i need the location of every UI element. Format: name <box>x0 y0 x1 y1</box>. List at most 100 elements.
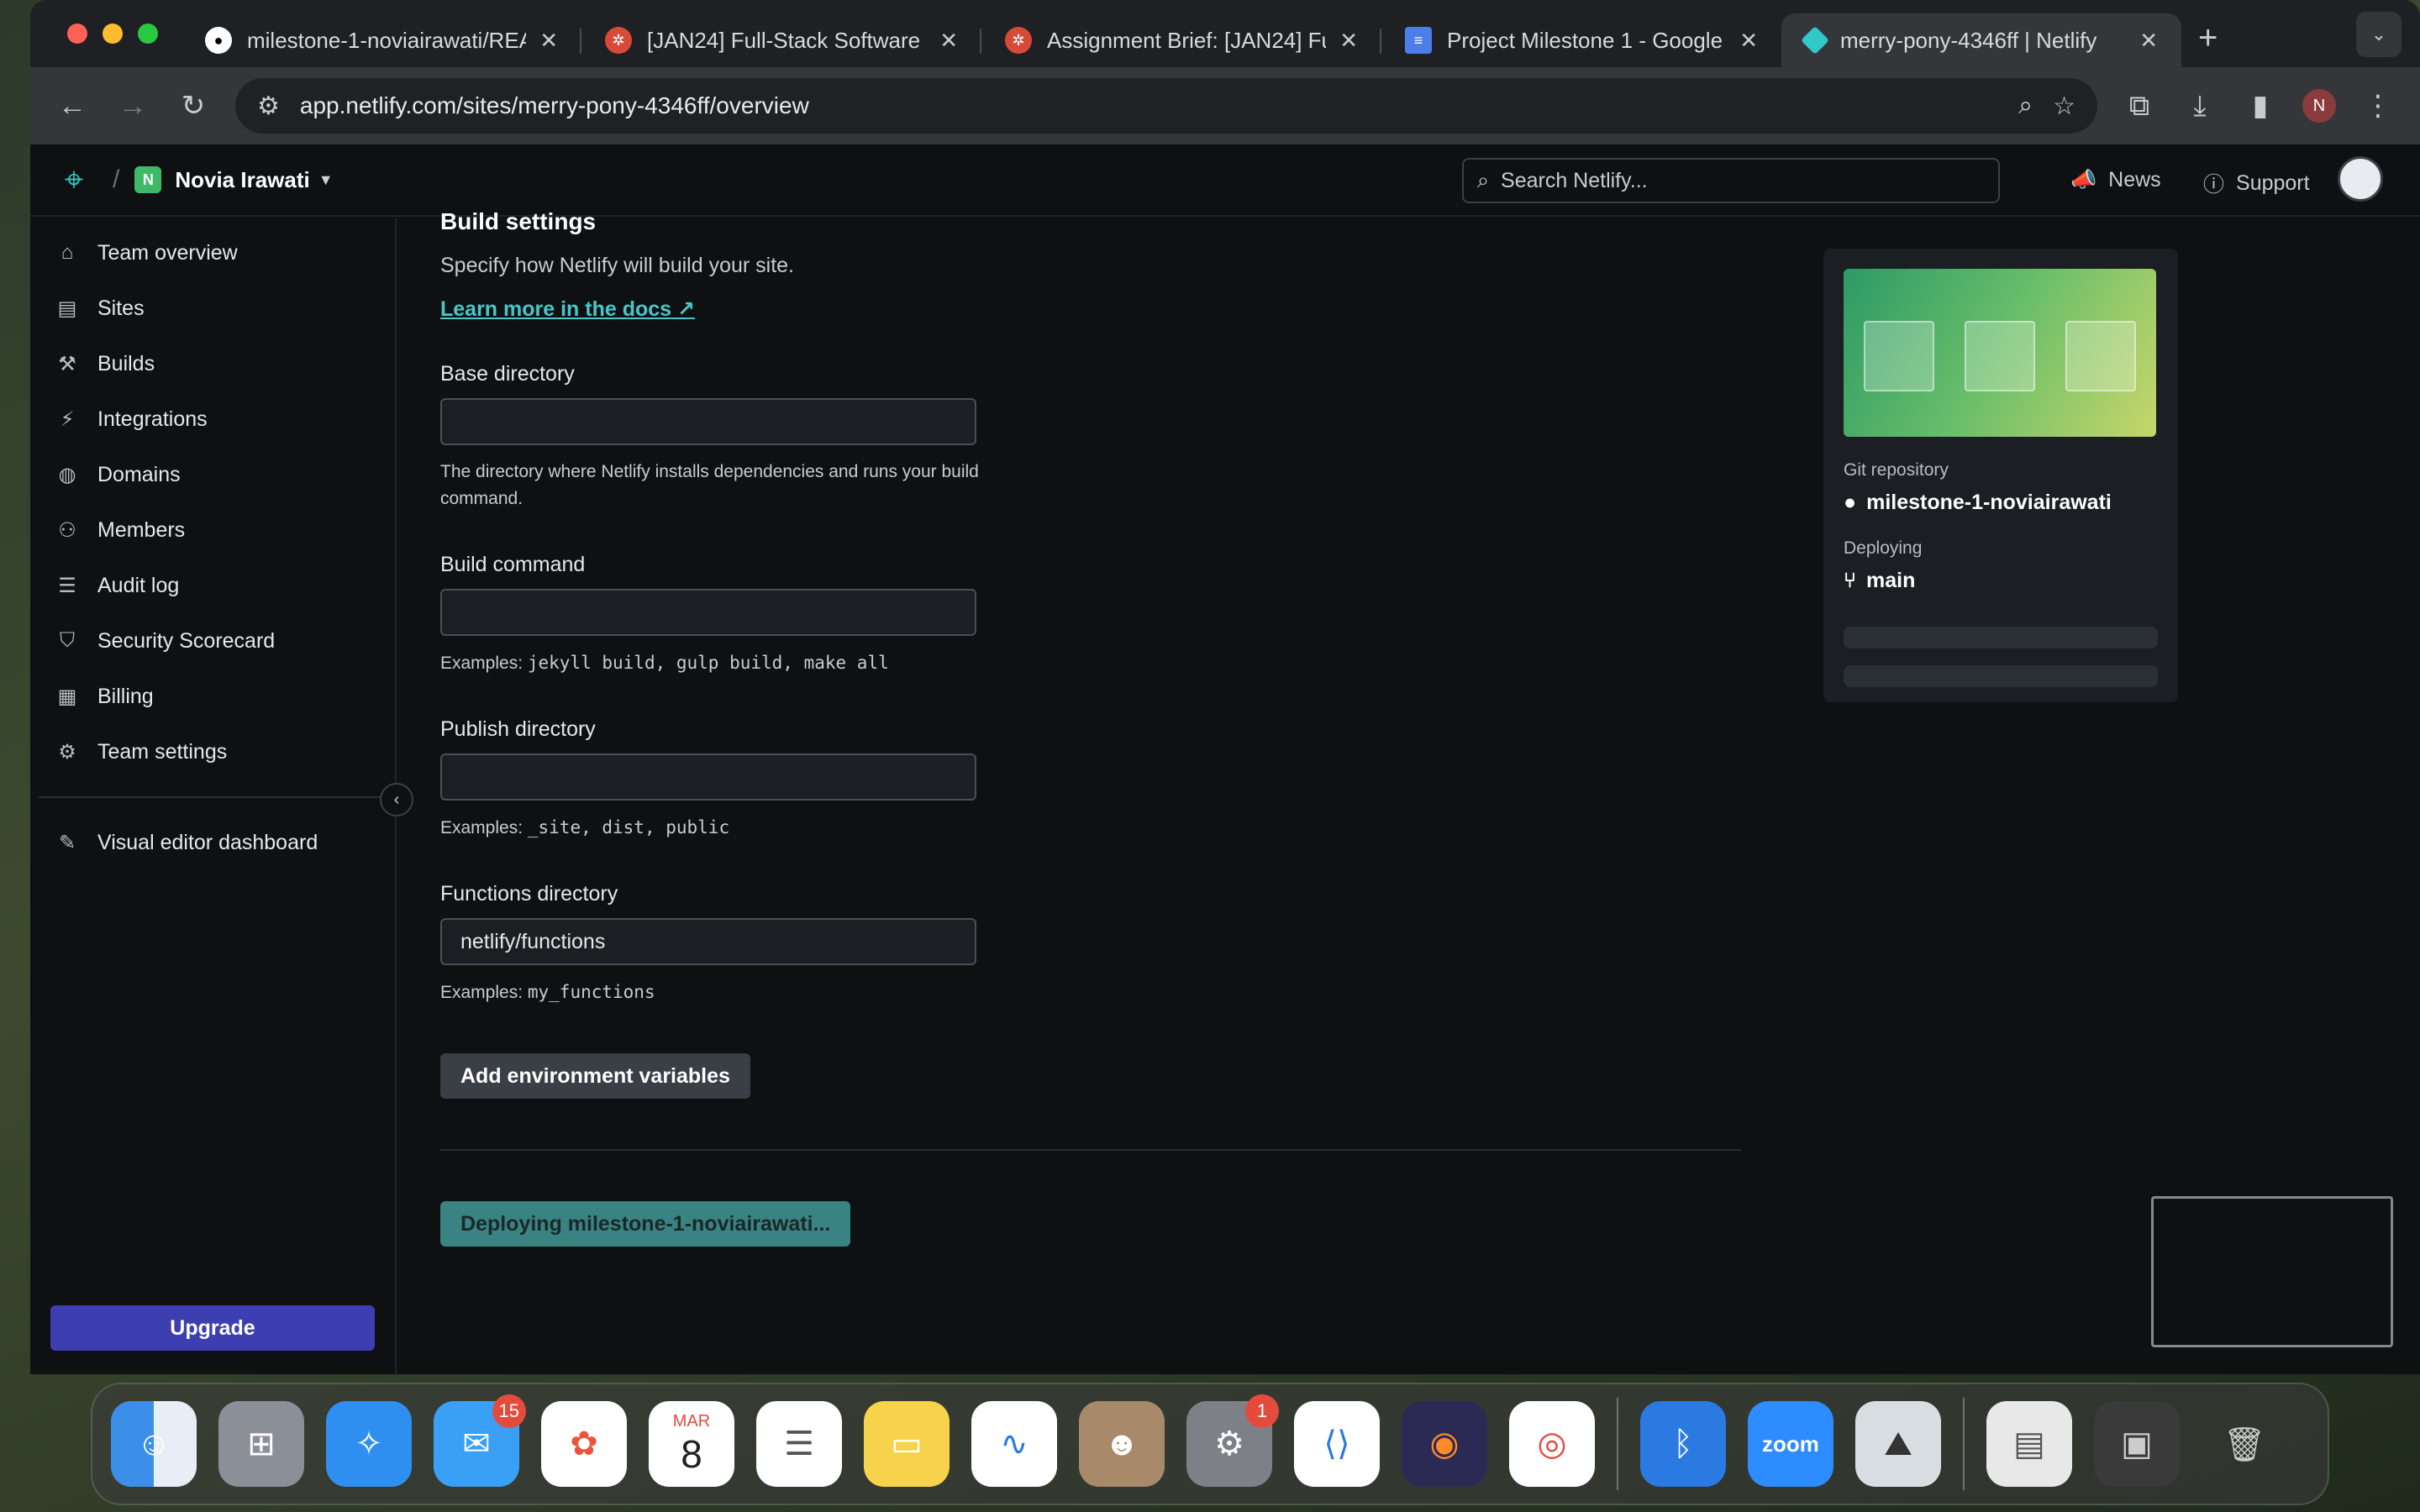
calendar-icon[interactable]: MAR 8 <box>649 1401 734 1487</box>
close-tab-icon[interactable]: ✕ <box>1739 28 1758 54</box>
close-tab-icon[interactable]: ✕ <box>939 28 958 54</box>
support-label: Support <box>2236 171 2310 195</box>
sidebar-item-members[interactable]: ⚇ Members <box>30 502 395 558</box>
team-switcher[interactable]: Novia Irawati <box>175 167 309 193</box>
sidebar-item-team-overview[interactable]: ⌂ Team overview <box>30 225 395 281</box>
firefox-icon[interactable]: ◉ <box>1402 1401 1487 1487</box>
search-input[interactable]: ⌕ Search Netlify... <box>1462 158 2000 203</box>
sidebar-item-label: Security Scorecard <box>97 628 276 653</box>
sidebar-item-security-scorecard[interactable]: ⛉ Security Scorecard <box>30 613 395 669</box>
contacts-icon[interactable]: ☻ <box>1079 1401 1165 1487</box>
minimize-window-button[interactable] <box>103 24 123 44</box>
sidebar-item-integrations[interactable]: ⚡ Integrations <box>30 391 395 447</box>
publish-directory-label: Publish directory <box>440 717 596 741</box>
forward-icon[interactable]: → <box>114 87 151 124</box>
chevron-down-icon[interactable]: ▼ <box>318 171 334 189</box>
sidebar-item-sites[interactable]: ▤ Sites <box>30 281 395 336</box>
support-link[interactable]: ⓘ Support <box>2203 168 2310 198</box>
tab-title: Project Milestone 1 - Google I <box>1447 27 1727 53</box>
gear-icon: ⚙ <box>58 740 76 764</box>
builds-icon: ⚒ <box>58 352 76 375</box>
profile-avatar[interactable]: N <box>2302 89 2336 123</box>
browser-tab-active[interactable]: merry-pony-4346ff | Netlify ✕ <box>1781 13 2181 67</box>
sidebar-item-label: Builds <box>97 351 155 375</box>
photos-icon[interactable]: ✿ <box>541 1401 627 1487</box>
preview-icon[interactable]: ⛰ <box>1855 1401 1941 1487</box>
close-tab-icon[interactable]: ✕ <box>1339 28 1358 54</box>
netlify-logo-icon[interactable]: ⌖ <box>50 156 97 203</box>
back-icon[interactable]: ← <box>54 87 91 124</box>
preview-panel <box>2065 321 2136 391</box>
deploying-site-button[interactable]: Deploying milestone-1-noviairawati... <box>440 1201 851 1247</box>
user-avatar[interactable] <box>2338 156 2383 202</box>
close-tab-icon[interactable]: ✕ <box>539 28 558 54</box>
google-docs-icon: ≡ <box>1405 27 1432 54</box>
base-directory-input[interactable] <box>440 398 976 445</box>
news-link[interactable]: 📣 News <box>2070 168 2161 192</box>
search-placeholder: Search Netlify... <box>1501 168 1648 192</box>
document-icon[interactable]: ▤ <box>1986 1401 2072 1487</box>
mail-icon[interactable]: ✉ 15 <box>434 1394 526 1487</box>
notes-icon[interactable]: ▭ <box>864 1401 950 1487</box>
reminders-icon[interactable]: ☰ <box>756 1401 842 1487</box>
freeform-icon[interactable]: ∿ <box>971 1401 1057 1487</box>
finder-icon[interactable]: ☺ <box>111 1401 197 1487</box>
address-bar[interactable]: ⚙ app.netlify.com/sites/merry-pony-4346f… <box>235 78 2097 134</box>
tab-strip: ● milestone-1-noviairawati/REA ✕ ✲ [JAN2… <box>30 0 2420 67</box>
chrome-icon[interactable]: ◎ <box>1509 1401 1595 1487</box>
screenshots-folder-icon[interactable]: ▣ <box>2094 1401 2180 1487</box>
trash-icon[interactable]: 🗑 <box>2202 1401 2287 1487</box>
screen-share-thumbnail[interactable] <box>2151 1196 2393 1347</box>
site-info-icon[interactable]: ⚙ <box>257 92 280 121</box>
zoom-icon[interactable]: ⌕ <box>2018 92 2033 120</box>
launchpad-icon[interactable]: ⊞ <box>218 1401 304 1487</box>
functions-directory-input[interactable]: netlify/functions <box>440 918 976 965</box>
menu-kebab-icon[interactable]: ⋮ <box>2360 87 2396 124</box>
branch-icon: ⑂ <box>1844 569 1857 592</box>
upgrade-button[interactable]: Upgrade <box>50 1305 375 1351</box>
build-command-help: Examples: jekyll build, gulp build, make… <box>440 649 995 677</box>
github-icon: ● <box>205 27 232 54</box>
plug-icon: ⚡ <box>60 407 75 431</box>
build-command-input[interactable] <box>440 589 976 636</box>
close-window-button[interactable] <box>67 24 87 44</box>
git-repository-value[interactable]: ● milestone-1-noviairawati <box>1844 491 2158 515</box>
sidebar-item-audit-log[interactable]: ☰ Audit log <box>30 558 395 613</box>
learn-more-docs-link[interactable]: Learn more in the docs ↗ <box>440 297 695 322</box>
browser-tab[interactable]: ≡ Project Milestone 1 - Google I ✕ <box>1381 13 1781 67</box>
url-text[interactable]: app.netlify.com/sites/merry-pony-4346ff/… <box>300 92 1998 119</box>
side-panel-icon[interactable]: ▮ <box>2242 87 2279 124</box>
add-environment-variables-button[interactable]: Add environment variables <box>440 1053 750 1099</box>
browser-tab[interactable]: ✲ Assignment Brief: [JAN24] Fu ✕ <box>981 13 1381 67</box>
zoom-app-icon[interactable]: zoom <box>1748 1401 1833 1487</box>
mail-badge: 15 <box>492 1394 526 1428</box>
extensions-icon[interactable]: ⧉ <box>2121 87 2158 124</box>
globe-icon: ◍ <box>58 463 76 486</box>
help-code: my_functions <box>527 982 655 1002</box>
git-repository-name: milestone-1-noviairawati <box>1866 491 2112 514</box>
sidebar-item-domains[interactable]: ◍ Domains <box>30 447 395 502</box>
bluetooth-icon[interactable]: ᛒ <box>1640 1401 1726 1487</box>
safari-icon[interactable]: ✧ <box>326 1401 412 1487</box>
bookmark-star-icon[interactable]: ☆ <box>2053 92 2075 121</box>
preview-panel <box>1965 321 2035 391</box>
close-tab-icon[interactable]: ✕ <box>2139 28 2158 54</box>
deploying-label: Deploying <box>1844 538 1923 558</box>
tab-title: [JAN24] Full-Stack Software <box>647 27 921 53</box>
reload-icon[interactable]: ↻ <box>175 87 212 124</box>
download-icon[interactable]: ⤓ <box>2181 87 2218 124</box>
browser-tab[interactable]: ✲ [JAN24] Full-Stack Software ✕ <box>581 13 981 67</box>
system-settings-icon[interactable]: ⚙ 1 <box>1186 1394 1279 1487</box>
new-tab-icon[interactable]: + <box>2198 19 2217 57</box>
publish-directory-input[interactable] <box>440 753 976 801</box>
sidebar-item-team-settings[interactable]: ⚙ Team settings <box>30 724 395 780</box>
pencil-icon: ✎ <box>58 831 76 854</box>
sidebar-item-builds[interactable]: ⚒ Builds <box>30 336 395 391</box>
browser-tab[interactable]: ● milestone-1-noviairawati/REA ✕ <box>182 13 581 67</box>
vscode-icon[interactable]: ⟨⟩ <box>1294 1401 1380 1487</box>
collapse-sidebar-button[interactable]: ‹ <box>380 783 413 816</box>
tab-search-icon[interactable]: ⌄ <box>2356 12 2402 57</box>
maximize-window-button[interactable] <box>138 24 158 44</box>
sidebar-item-visual-editor[interactable]: ✎ Visual editor dashboard <box>30 815 395 870</box>
sidebar-item-billing[interactable]: ▦ Billing <box>30 669 395 724</box>
